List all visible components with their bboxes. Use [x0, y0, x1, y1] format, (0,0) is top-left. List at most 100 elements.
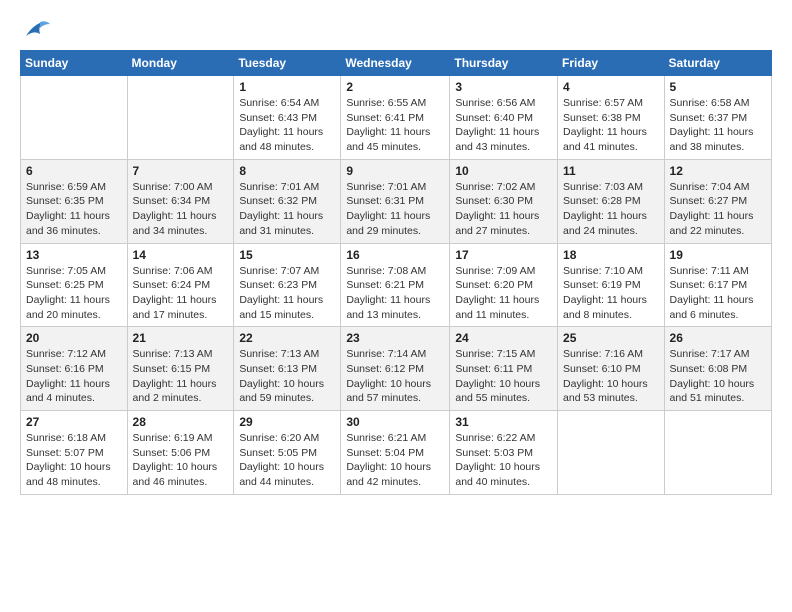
day-info: Sunrise: 7:05 AM Sunset: 6:25 PM Dayligh… — [26, 264, 122, 323]
day-info: Sunrise: 7:00 AM Sunset: 6:34 PM Dayligh… — [133, 180, 229, 239]
calendar-cell: 31 Sunrise: 6:22 AM Sunset: 5:03 PM Dayli… — [450, 411, 558, 495]
day-number: 15 — [239, 248, 335, 262]
day-number: 13 — [26, 248, 122, 262]
day-info: Sunrise: 7:04 AM Sunset: 6:27 PM Dayligh… — [670, 180, 766, 239]
day-info: Sunrise: 6:59 AM Sunset: 6:35 PM Dayligh… — [26, 180, 122, 239]
day-info: Sunrise: 7:17 AM Sunset: 6:08 PM Dayligh… — [670, 347, 766, 406]
calendar-table: SundayMondayTuesdayWednesdayThursdayFrid… — [20, 50, 772, 495]
week-row-3: 13 Sunrise: 7:05 AM Sunset: 6:25 PM Dayli… — [21, 243, 772, 327]
calendar-cell: 22Sunrise: 7:13 AM Sunset: 6:13 PM Dayli… — [234, 327, 341, 411]
day-info: Sunrise: 6:56 AM Sunset: 6:40 PM Dayligh… — [455, 96, 552, 155]
calendar-cell: 24Sunrise: 7:15 AM Sunset: 6:11 PM Dayli… — [450, 327, 558, 411]
week-row-5: 27 Sunrise: 6:18 AM Sunset: 5:07 PM Dayli… — [21, 411, 772, 495]
calendar-cell: 29 Sunrise: 6:20 AM Sunset: 5:05 PM Dayli… — [234, 411, 341, 495]
day-number: 19 — [670, 248, 766, 262]
day-info: Sunrise: 7:06 AM Sunset: 6:24 PM Dayligh… — [133, 264, 229, 323]
day-info: Sunrise: 7:13 AM Sunset: 6:15 PM Dayligh… — [133, 347, 229, 406]
day-info: Sunrise: 7:08 AM Sunset: 6:21 PM Dayligh… — [346, 264, 444, 323]
day-number: 7 — [133, 164, 229, 178]
calendar-cell: 17 Sunrise: 7:09 AM Sunset: 6:20 PM Dayli… — [450, 243, 558, 327]
weekday-header-sunday: Sunday — [21, 51, 128, 76]
calendar-cell: 21 Sunrise: 7:13 AM Sunset: 6:15 PM Dayli… — [127, 327, 234, 411]
calendar-cell: 16 Sunrise: 7:08 AM Sunset: 6:21 PM Dayli… — [341, 243, 450, 327]
day-number: 28 — [133, 415, 229, 429]
day-info: Sunrise: 7:01 AM Sunset: 6:31 PM Dayligh… — [346, 180, 444, 239]
calendar-cell: 18 Sunrise: 7:10 AM Sunset: 6:19 PM Dayli… — [558, 243, 665, 327]
calendar-cell: 6 Sunrise: 6:59 AM Sunset: 6:35 PM Daylig… — [21, 159, 128, 243]
calendar-cell: 9 Sunrise: 7:01 AM Sunset: 6:31 PM Daylig… — [341, 159, 450, 243]
day-number: 12 — [670, 164, 766, 178]
day-number: 21 — [133, 331, 229, 345]
logo — [20, 18, 50, 40]
day-info: Sunrise: 6:18 AM Sunset: 5:07 PM Dayligh… — [26, 431, 122, 490]
weekday-header-wednesday: Wednesday — [341, 51, 450, 76]
day-info: Sunrise: 7:16 AM Sunset: 6:10 PM Dayligh… — [563, 347, 659, 406]
day-number: 29 — [239, 415, 335, 429]
day-info: Sunrise: 7:10 AM Sunset: 6:19 PM Dayligh… — [563, 264, 659, 323]
weekday-header-friday: Friday — [558, 51, 665, 76]
day-info: Sunrise: 7:03 AM Sunset: 6:28 PM Dayligh… — [563, 180, 659, 239]
day-number: 22 — [239, 331, 335, 345]
calendar-cell — [558, 411, 665, 495]
day-info: Sunrise: 6:55 AM Sunset: 6:41 PM Dayligh… — [346, 96, 444, 155]
day-info: Sunrise: 7:02 AM Sunset: 6:30 PM Dayligh… — [455, 180, 552, 239]
logo-bird-icon — [22, 18, 50, 40]
calendar-cell — [21, 76, 128, 160]
day-number: 9 — [346, 164, 444, 178]
day-number: 26 — [670, 331, 766, 345]
weekday-header-tuesday: Tuesday — [234, 51, 341, 76]
header — [20, 18, 772, 40]
day-info: Sunrise: 6:22 AM Sunset: 5:03 PM Dayligh… — [455, 431, 552, 490]
weekday-header-row: SundayMondayTuesdayWednesdayThursdayFrid… — [21, 51, 772, 76]
calendar-cell: 10 Sunrise: 7:02 AM Sunset: 6:30 PM Dayli… — [450, 159, 558, 243]
calendar-cell: 3 Sunrise: 6:56 AM Sunset: 6:40 PM Daylig… — [450, 76, 558, 160]
week-row-1: 1 Sunrise: 6:54 AM Sunset: 6:43 PM Daylig… — [21, 76, 772, 160]
day-number: 14 — [133, 248, 229, 262]
day-info: Sunrise: 6:57 AM Sunset: 6:38 PM Dayligh… — [563, 96, 659, 155]
calendar-cell: 19 Sunrise: 7:11 AM Sunset: 6:17 PM Dayli… — [664, 243, 771, 327]
calendar-cell — [127, 76, 234, 160]
day-info: Sunrise: 6:54 AM Sunset: 6:43 PM Dayligh… — [239, 96, 335, 155]
calendar-cell: 13 Sunrise: 7:05 AM Sunset: 6:25 PM Dayli… — [21, 243, 128, 327]
day-number: 10 — [455, 164, 552, 178]
day-number: 1 — [239, 80, 335, 94]
day-info: Sunrise: 7:12 AM Sunset: 6:16 PM Dayligh… — [26, 347, 122, 406]
day-info: Sunrise: 7:07 AM Sunset: 6:23 PM Dayligh… — [239, 264, 335, 323]
calendar-cell: 20 Sunrise: 7:12 AM Sunset: 6:16 PM Dayli… — [21, 327, 128, 411]
day-number: 3 — [455, 80, 552, 94]
page: SundayMondayTuesdayWednesdayThursdayFrid… — [0, 0, 792, 505]
calendar-cell: 4 Sunrise: 6:57 AM Sunset: 6:38 PM Daylig… — [558, 76, 665, 160]
day-info: Sunrise: 7:01 AM Sunset: 6:32 PM Dayligh… — [239, 180, 335, 239]
day-number: 17 — [455, 248, 552, 262]
day-number: 6 — [26, 164, 122, 178]
weekday-header-thursday: Thursday — [450, 51, 558, 76]
calendar-cell: 11 Sunrise: 7:03 AM Sunset: 6:28 PM Dayli… — [558, 159, 665, 243]
day-number: 16 — [346, 248, 444, 262]
calendar-cell — [664, 411, 771, 495]
day-info: Sunrise: 6:58 AM Sunset: 6:37 PM Dayligh… — [670, 96, 766, 155]
day-info: Sunrise: 6:20 AM Sunset: 5:05 PM Dayligh… — [239, 431, 335, 490]
day-number: 5 — [670, 80, 766, 94]
calendar-cell: 28Sunrise: 6:19 AM Sunset: 5:06 PM Dayli… — [127, 411, 234, 495]
calendar-cell: 25Sunrise: 7:16 AM Sunset: 6:10 PM Dayli… — [558, 327, 665, 411]
day-number: 8 — [239, 164, 335, 178]
day-number: 30 — [346, 415, 444, 429]
day-number: 18 — [563, 248, 659, 262]
day-number: 11 — [563, 164, 659, 178]
day-info: Sunrise: 6:21 AM Sunset: 5:04 PM Dayligh… — [346, 431, 444, 490]
calendar-cell: 23Sunrise: 7:14 AM Sunset: 6:12 PM Dayli… — [341, 327, 450, 411]
day-number: 27 — [26, 415, 122, 429]
day-info: Sunrise: 7:09 AM Sunset: 6:20 PM Dayligh… — [455, 264, 552, 323]
week-row-4: 20 Sunrise: 7:12 AM Sunset: 6:16 PM Dayli… — [21, 327, 772, 411]
calendar-cell: 12 Sunrise: 7:04 AM Sunset: 6:27 PM Dayli… — [664, 159, 771, 243]
calendar-cell: 30 Sunrise: 6:21 AM Sunset: 5:04 PM Dayli… — [341, 411, 450, 495]
day-number: 24 — [455, 331, 552, 345]
day-number: 4 — [563, 80, 659, 94]
day-info: Sunrise: 7:11 AM Sunset: 6:17 PM Dayligh… — [670, 264, 766, 323]
day-number: 31 — [455, 415, 552, 429]
calendar-cell: 1 Sunrise: 6:54 AM Sunset: 6:43 PM Daylig… — [234, 76, 341, 160]
day-number: 20 — [26, 331, 122, 345]
calendar-cell: 2Sunrise: 6:55 AM Sunset: 6:41 PM Daylig… — [341, 76, 450, 160]
weekday-header-monday: Monday — [127, 51, 234, 76]
week-row-2: 6 Sunrise: 6:59 AM Sunset: 6:35 PM Daylig… — [21, 159, 772, 243]
